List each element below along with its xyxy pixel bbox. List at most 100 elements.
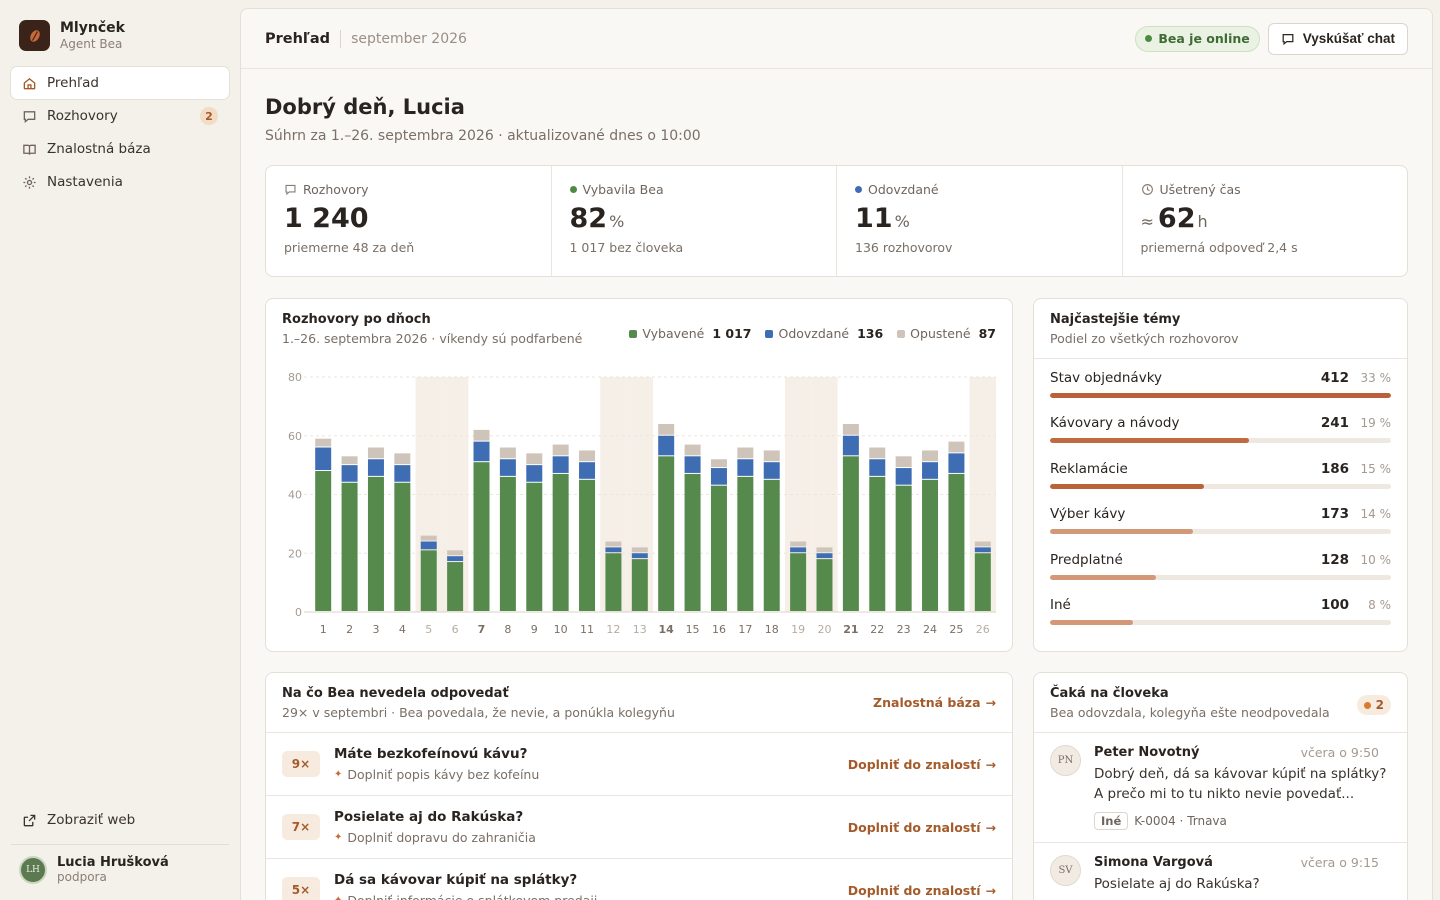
bar-segment-vybavené [473,462,490,611]
waiting-list: PN Peter Novotný včera o 9:50 Dobrý deň, dá… [1034,733,1407,900]
nav-item-prehlad[interactable]: Prehľad [11,67,229,99]
x-tick-label: 16 [712,623,726,636]
knowledge-base-link[interactable]: Znalostná báza → [873,695,996,710]
bar-segment-opustené [631,547,648,553]
bar-segment-odovzdané [631,553,648,559]
user-name: Lucia Hrušková [57,855,169,870]
bar-segment-odovzdané [315,447,332,470]
add-to-knowledge-button[interactable]: Doplniť do znalostí → [848,757,996,772]
legend-total: 1 017 [712,326,752,341]
y-tick-label: 80 [288,371,302,384]
bar-segment-vybavené [631,559,648,611]
bar-segment-opustené [842,424,859,435]
stat-value: 82 [569,203,608,234]
x-tick-label: 18 [765,623,779,636]
x-tick-label: 20 [818,623,832,636]
bar-segment-opustené [394,453,411,465]
topics-subtitle: Podiel zo všetkých rozhovorov [1050,331,1239,346]
bar-segment-odovzdané [710,468,727,485]
stat-prefix: ≈ [1140,212,1154,231]
topic-bar-fill [1050,392,1391,398]
topics-title: Najčastejšie témy [1050,312,1181,327]
bar-segment-vybavené [341,482,358,611]
coffee-bean-logo-icon [19,20,50,51]
nav-item-rozhovory[interactable]: Rozhovory 2 [11,100,229,132]
add-to-knowledge-label: Doplniť do znalostí [847,819,981,835]
x-tick-label: 17 [738,623,752,636]
bar-segment-opustené [473,429,490,441]
bar-segment-opustené [895,456,912,468]
topic-row[interactable]: Reklamácie 186 15 % [1034,452,1407,498]
bar-segment-vybavené [816,559,833,611]
topic-tag: Iné [1094,812,1129,830]
bar-segment-odovzdané [816,553,833,559]
bar-segment-vybavené [526,482,543,611]
add-to-knowledge-button[interactable]: Doplniť do znalostí → [848,820,996,835]
question-hint: ✦ Doplniť informácie o splátkovom predaji [334,893,848,900]
bar-segment-odovzdané [447,556,464,562]
topic-name: Reklamácie [1050,460,1128,477]
bar-segment-odovzdané [420,541,437,550]
topic-bar-track [1050,529,1391,535]
x-tick-label: 15 [686,623,700,636]
bar-segment-opustené [790,541,807,547]
bar-segment-odovzdané [948,453,965,473]
x-tick-label: 21 [843,623,858,636]
topic-percent: 10 % [1360,552,1392,567]
brand[interactable]: Mlynček Agent Bea [11,12,229,67]
nav-item-nastavenia[interactable]: Nastavenia [11,166,229,198]
topic-bar-track [1050,438,1391,444]
view-website-label: Zobraziť web [47,812,136,828]
bar-segment-vybavené [922,479,939,611]
legend-item-vybavene: Vybavené 1 017 [629,321,751,346]
topic-bar-fill [1050,438,1250,444]
topic-row[interactable]: Stav objednávky 412 33 % [1034,361,1407,407]
bar-segment-vybavené [684,473,701,611]
waiting-conversation[interactable]: PN Peter Novotný včera o 9:50 Dobrý deň, dá… [1034,733,1407,843]
chart-subtitle: 1.–26. septembra 2026 · víkendy sú podfa… [282,331,583,346]
topic-bar-fill [1050,620,1133,626]
order-reference: K-0004 · Trnava [1134,814,1227,828]
topic-row[interactable]: Výber kávy 173 14 % [1034,498,1407,544]
message-text: Dobrý deň, dá sa kávovar kúpiť na splátk… [1094,766,1387,802]
question-row: 7× Posielate aj do Rakúska? ✦ Doplniť dopra… [266,796,1012,859]
x-tick-label: 19 [791,623,805,636]
blue-dot-icon [855,186,862,193]
try-chat-button[interactable]: Vyskúšať chat [1267,22,1408,55]
topic-count: 100 [1320,597,1349,614]
topic-row[interactable]: Iné 100 8 % [1034,589,1407,635]
topic-name: Stav objednávky [1050,369,1163,386]
brand-name: Mlynček [60,20,125,36]
add-to-knowledge-button[interactable]: Doplniť do znalostí → [848,883,996,898]
bar-segment-odovzdané [605,547,622,553]
bar-segment-odovzdané [341,465,358,482]
nav-item-znalostna-baza[interactable]: Znalostná báza [11,133,229,165]
bar-segment-odovzdané [895,468,912,485]
bar-segment-vybavené [790,553,807,611]
bar-segment-opustené [447,550,464,556]
bar-segment-vybavené [579,479,596,611]
sparkle-icon: ✦ [334,895,342,900]
legend-total: 136 [857,326,884,341]
bar-segment-opustené [658,424,675,435]
waiting-conversation[interactable]: SV Simona Vargová včera o 9:15 Posielate aj… [1034,843,1407,900]
bar-segment-opustené [526,453,543,465]
x-tick-label: 26 [976,623,990,636]
bar-segment-vybavené [658,456,675,611]
chat-icon [285,184,296,196]
topic-bar-track [1050,574,1391,580]
y-tick-label: 40 [288,489,302,502]
topic-row[interactable]: Kávovary a návody 241 19 % [1034,407,1407,453]
topic-row[interactable]: Predplatné 128 10 % [1034,543,1407,589]
stat-sub: priemerne 48 za deň [284,240,415,255]
bar-segment-odovzdané [763,462,780,479]
greeting: Dobrý deň, Lucia Súhrn za 1.–26. septemb… [241,69,1432,144]
x-tick-label: 7 [478,623,486,636]
waiting-count-badge: 2 [1356,695,1391,715]
x-tick-label: 14 [659,623,675,636]
stat-label: Vybavila Bea [582,182,664,197]
user-profile[interactable]: LH Lucia Hrušková podpora [11,844,229,894]
view-website-link[interactable]: Zobraziť web [11,804,229,836]
brand-subtitle: Agent Bea [60,37,123,51]
chart-title: Rozhovory po dňoch [282,312,431,327]
